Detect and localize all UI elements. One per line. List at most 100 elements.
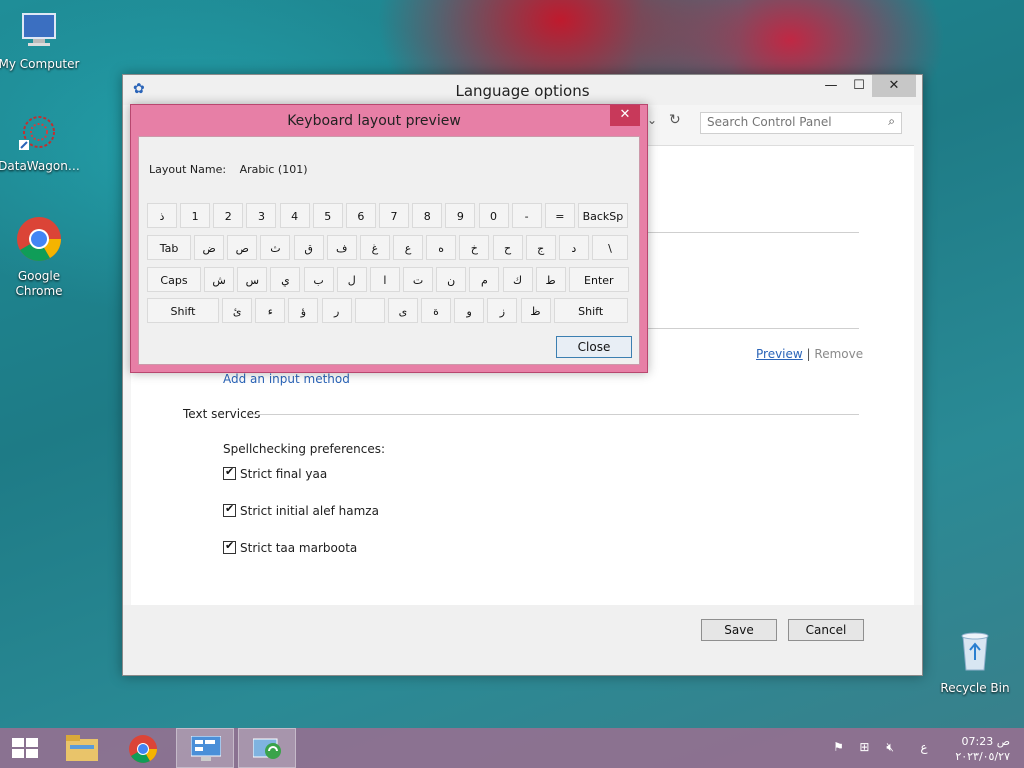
keyboard-key: ل [336,267,367,292]
option-strict-taa-marboota[interactable]: Strict taa marboota [223,539,358,557]
keyboard-key: ط [535,267,566,292]
spellcheck-label: Spellchecking preferences: [223,442,385,456]
keyboard-key: Caps [147,267,201,292]
taskbar-sync-app[interactable] [238,728,296,768]
keyboard-key: ه [426,235,457,260]
keyboard-key: 0 [478,203,509,228]
window-titlebar[interactable]: ✿ Language options — ☐ ✕ [123,75,922,105]
taskbar-chrome[interactable] [116,728,172,768]
desktop-icon-datawagon[interactable]: DataWagon… [0,112,81,174]
search-box[interactable]: ⌕ [700,112,902,134]
keyboard-key: ث [260,235,291,260]
preview-link[interactable]: Preview [756,347,803,361]
keyboard-key: 2 [213,203,244,228]
dialog-body: Layout Name: Arabic (101) ذ 1 2 3 4 5 6 7 8 9 0- = B… [138,136,640,365]
checkbox-label: Strict taa marboota [240,541,358,555]
keyboard-key: Tab [147,235,191,260]
input-method-actions: Preview | Remove [756,347,863,361]
save-button[interactable]: Save [701,619,777,641]
language-indicator[interactable]: ع [916,740,932,754]
checkbox-label: Strict initial alef hamza [240,504,379,518]
desktop-icon-my-computer[interactable]: My Computer [0,10,81,72]
keyboard-key: 1 [180,203,211,228]
checkbox[interactable] [223,539,236,554]
keyboard-key: Enter [568,267,629,292]
keyboard-key: د [558,235,589,260]
keyboard-key: ض [194,235,225,260]
taskbar-file-explorer[interactable] [56,728,112,768]
checkbox[interactable] [223,465,236,480]
keyboard-key: ف [326,235,357,260]
keyboard-key: و [454,298,485,323]
window-title: Language options [455,82,590,100]
dialog-close-icon[interactable]: ✕ [610,105,640,126]
close-button[interactable]: ✕ [872,75,916,97]
network-icon[interactable]: ⊞ [856,740,872,754]
maximize-button[interactable]: ☐ [844,75,874,97]
remove-link[interactable]: Remove [814,347,863,361]
keyboard-key: 7 [379,203,410,228]
keyboard-key: ا [369,267,400,292]
system-tray: ⚑ ⊞ 🔇︎ ع [825,740,932,755]
window-footer: Save Cancel [123,605,922,675]
keyboard-key: ئ [222,298,253,323]
windows-logo-icon [12,738,38,761]
action-center-flag-icon[interactable]: ⚑ [831,740,847,754]
volume-muted-icon[interactable]: 🔇︎ [882,740,898,755]
option-strict-initial-alef-hamza[interactable]: Strict initial alef hamza [223,502,379,520]
keyboard-key: ع [393,235,424,260]
layout-name-label: Layout Name: [149,163,227,176]
keyboard-key: 5 [312,203,343,228]
chevron-down-icon[interactable]: ⌄ [647,113,657,127]
minimize-button[interactable]: — [816,75,846,97]
option-strict-final-yaa[interactable]: Strict final yaa [223,465,327,483]
keyboard-key: 9 [445,203,476,228]
keyboard-key: \ [591,235,628,260]
keyboard-key: ب [303,267,334,292]
close-button[interactable]: Close [556,336,632,358]
separator: | [806,347,811,361]
checkbox[interactable] [223,502,236,517]
keyboard-key: ؤ [288,298,319,323]
datawagon-icon [0,112,81,155]
keyboard-key: س [237,267,268,292]
keyboard-key: ي [270,267,301,292]
desktop-icon-recycle-bin[interactable]: Recycle Bin [933,630,1017,696]
keyboard-key: ت [403,267,434,292]
keyboard-key: ة [421,298,452,323]
keyboard-key: غ [359,235,390,260]
divider [251,414,859,415]
text-services-heading: Text services [183,407,261,421]
desktop-icon-google-chrome[interactable]: Google Chrome [0,216,81,299]
layout-name-value: Arabic (101) [239,163,308,176]
folder-icon [66,735,98,764]
keyboard-key: ذ [147,203,177,228]
keyboard-layout-preview-dialog: Keyboard layout preview ✕ Layout Name: A… [130,104,648,373]
keyboard-key: 8 [412,203,443,228]
divider [641,328,859,329]
keyboard-key: ن [436,267,467,292]
cancel-button[interactable]: Cancel [788,619,864,641]
keyboard-key: 3 [246,203,277,228]
keyboard-key: ق [293,235,324,260]
chrome-icon [128,734,158,767]
taskbar: ⚑ ⊞ 🔇︎ ع ص 07:23 ٢٠٢٣/٠٥/٢٧ [0,728,1024,768]
clock[interactable]: ص 07:23 ٢٠٢٣/٠٥/٢٧ [955,734,1010,764]
search-input[interactable] [701,113,877,131]
keyboard-key: ص [227,235,258,260]
start-button[interactable] [0,728,56,768]
keyboard-key: Shift [553,298,628,323]
keyboard-key: خ [459,235,490,260]
search-icon[interactable]: ⌕ [888,114,895,129]
add-input-method-link[interactable]: Add an input method [223,372,350,386]
keyboard-key: ى [387,298,418,323]
keyboard-key: BackSp [577,203,628,228]
divider [641,232,859,233]
keyboard-key: ز [487,298,518,323]
taskbar-control-panel[interactable] [176,728,234,768]
keyboard-key: ظ [520,298,551,323]
desktop-icon-label: Recycle Bin [940,681,1010,695]
refresh-icon[interactable]: ↻ [669,112,681,128]
layout-name-row: Layout Name: Arabic (101) [149,163,308,176]
desktop-icon-label: My Computer [0,57,80,71]
